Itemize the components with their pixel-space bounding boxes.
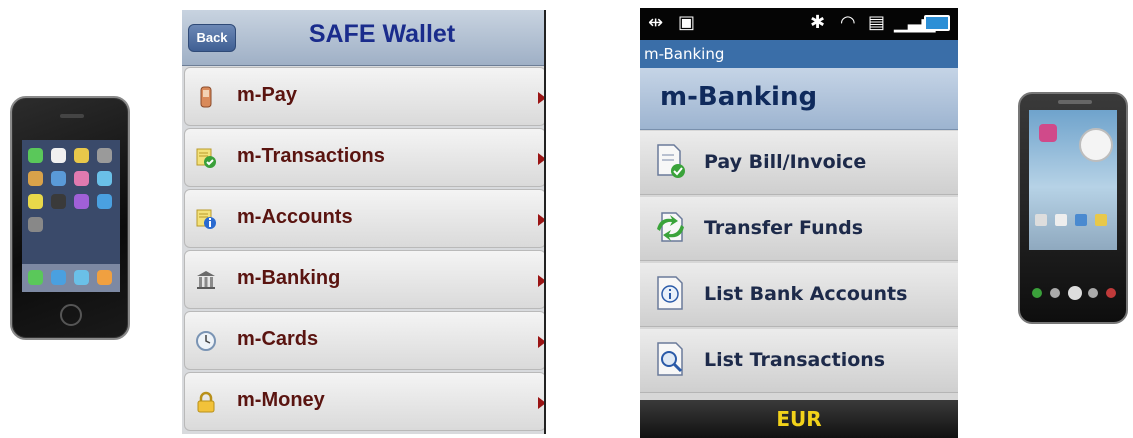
phone-hardware-keys (1028, 280, 1118, 310)
android-phone-device-image (1018, 92, 1128, 324)
chevron-right-icon (538, 397, 544, 409)
menu-item-label: List Transactions (704, 349, 886, 371)
chevron-right-icon (538, 153, 544, 165)
check-document-icon (196, 148, 216, 168)
menu-item-label: m-Accounts (237, 206, 353, 228)
battery-icon (924, 15, 950, 31)
ios-navigation-bar: Back SAFE Wallet (182, 10, 544, 66)
menu-item-m-accounts[interactable]: m-Accounts (184, 189, 544, 248)
chevron-right-icon (538, 275, 544, 287)
info-icon (657, 276, 683, 310)
menu-item-label: List Bank Accounts (704, 283, 908, 305)
menu-item-m-transactions[interactable]: m-Transactions (184, 128, 544, 187)
currency-footer[interactable]: EUR (640, 400, 958, 438)
android-notification-icon: ▣ (678, 12, 696, 33)
menu-item-label: m-Cards (237, 328, 319, 350)
chevron-right-icon (538, 336, 544, 348)
iphone-dock (22, 264, 120, 292)
menu-item-pay-bill[interactable]: Pay Bill/Invoice (640, 131, 958, 195)
transfer-icon (657, 212, 684, 242)
android-phone-screen (1029, 110, 1117, 250)
phone-brand-strip (1058, 100, 1092, 104)
menu-item-m-cards[interactable]: m-Cards (184, 311, 544, 370)
iphone-speaker (60, 114, 84, 118)
currency-label: EUR (776, 407, 822, 431)
back-button[interactable]: Back (188, 24, 236, 52)
menu-item-label: Pay Bill/Invoice (704, 151, 867, 173)
clock-widget-icon (1079, 128, 1113, 162)
lock-icon (197, 391, 215, 413)
clock-icon (196, 331, 216, 351)
menu-item-list-transactions[interactable]: List Transactions (640, 329, 958, 393)
menu-item-label: Transfer Funds (704, 217, 864, 239)
menu-item-label: m-Money (237, 389, 325, 411)
bluetooth-icon: ✱ (810, 12, 826, 33)
usb-icon: ⇹ (648, 12, 664, 33)
chevron-right-icon (538, 92, 544, 104)
bank-icon (197, 271, 215, 289)
app-title-bar: m-Banking (640, 40, 958, 68)
pay-bill-icon (657, 144, 685, 178)
page-title: SAFE Wallet (308, 20, 456, 48)
wifi-icon: ◠ (840, 12, 856, 33)
sim-icon: ▤ (868, 12, 886, 33)
iphone-home-button (60, 304, 82, 326)
menu-item-m-money[interactable]: m-Money (184, 372, 544, 431)
iphone-device-image (10, 96, 130, 340)
iphone-screen (22, 140, 120, 292)
menu-item-list-bank-accounts[interactable]: List Bank Accounts (640, 263, 958, 327)
search-document-icon (657, 342, 683, 376)
phone-icon (200, 86, 212, 108)
android-status-bar: ⇹ ▣ ✱ ◠ ▤ ▁▃▅ (640, 8, 958, 40)
android-m-banking-screen: ⇹ ▣ ✱ ◠ ▤ ▁▃▅ m-Banking m-Banking Pay Bi… (640, 8, 958, 438)
menu-item-label: m-Banking (237, 267, 341, 289)
menu-item-m-pay[interactable]: m-Pay (184, 67, 544, 126)
ios-safe-wallet-screen: Back SAFE Wallet m-Pay m-Transactions m-… (182, 10, 546, 434)
menu-item-transfer-funds[interactable]: Transfer Funds (640, 197, 958, 261)
screen-header-title: m-Banking (660, 82, 818, 112)
ios-menu-list: m-Pay m-Transactions m-Accounts m-Bankin… (184, 67, 544, 433)
menu-item-m-banking[interactable]: m-Banking (184, 250, 544, 309)
info-document-icon (196, 209, 216, 229)
android-menu-list: Pay Bill/Invoice Transfer Funds List Ban… (640, 131, 958, 395)
menu-item-label: m-Transactions (237, 145, 385, 167)
chevron-right-icon (538, 214, 544, 226)
screen-header: m-Banking (640, 68, 958, 130)
menu-item-label: m-Pay (237, 84, 298, 106)
